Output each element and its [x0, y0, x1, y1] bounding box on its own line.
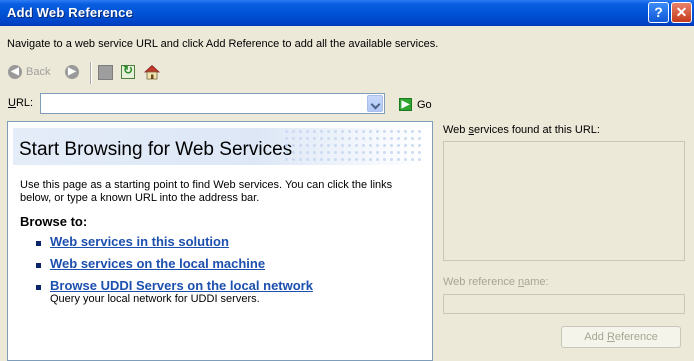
go-arrow-icon: ▶ [399, 98, 412, 111]
stop-icon [98, 64, 113, 80]
add-label-accelerator: R [606, 331, 615, 343]
home-button[interactable] [144, 62, 160, 82]
list-item: Web services in this solution [33, 234, 413, 256]
browse-description: Use this page as a starting point to fin… [20, 179, 393, 204]
refresh-icon [121, 63, 135, 79]
link-uddi-servers[interactable]: Browse UDDI Servers on the local network [50, 278, 313, 293]
link-solution-services[interactable]: Web services in this solution [50, 234, 229, 249]
forward-button[interactable]: ▶ [65, 62, 79, 82]
close-button[interactable]: ✕ [671, 2, 692, 23]
browse-title: Start Browsing for Web Services [19, 139, 293, 160]
refresh-button[interactable] [121, 62, 135, 82]
browse-links-list: Web services in this solution Web servic… [33, 234, 413, 305]
chevron-down-icon[interactable] [367, 95, 383, 112]
url-combobox[interactable] [40, 93, 385, 114]
name-label-pre: Web reference [443, 276, 519, 288]
forward-arrow-icon: ▶ [65, 65, 79, 79]
services-found-list[interactable] [443, 141, 685, 261]
add-label-post: eference [614, 331, 658, 343]
list-item: Browse UDDI Servers on the local network… [33, 278, 413, 305]
url-label: URL: [8, 97, 33, 109]
url-label-accelerator: U [8, 97, 16, 109]
window-title: Add Web Reference [7, 5, 133, 20]
reference-name-field[interactable] [443, 294, 685, 314]
stop-button[interactable] [98, 62, 113, 82]
go-label: Go [417, 98, 432, 111]
name-label-post: ame: [524, 276, 549, 288]
found-label-post: ervices found at this URL: [473, 124, 600, 136]
home-icon [144, 64, 160, 80]
back-arrow-icon: ◀ [8, 65, 22, 79]
found-label-pre: Web [443, 124, 469, 136]
browse-to-heading: Browse to: [20, 214, 88, 229]
browse-header: Start Browsing for Web Services [13, 128, 423, 165]
url-input[interactable] [43, 95, 367, 112]
title-bar[interactable]: Add Web Reference ? ✕ [0, 0, 694, 26]
browser-pane[interactable]: Start Browsing for Web Services Use this… [7, 121, 433, 361]
add-label-pre: Add [584, 331, 607, 343]
bullet-icon [36, 241, 41, 246]
toolbar-separator [90, 62, 92, 84]
back-button[interactable]: ◀ Back [8, 62, 50, 82]
reference-name-label: Web reference name: [443, 276, 549, 288]
services-found-label: Web services found at this URL: [443, 124, 600, 136]
back-label: Back [26, 66, 51, 78]
go-button[interactable]: ▶ Go [399, 98, 432, 111]
header-decoration [283, 128, 423, 165]
instructions-text: Navigate to a web service URL and click … [7, 38, 439, 50]
add-reference-button[interactable]: Add Reference [561, 326, 681, 348]
bullet-icon [36, 285, 41, 290]
list-item: Web services on the local machine [33, 256, 413, 278]
navigation-toolbar: ◀ Back ▶ [8, 62, 208, 84]
url-label-rest: RL: [15, 97, 34, 109]
bullet-icon [36, 263, 41, 268]
help-button[interactable]: ? [648, 2, 669, 23]
link-local-machine-services[interactable]: Web services on the local machine [50, 256, 265, 271]
uddi-description: Query your local network for UDDI server… [50, 293, 260, 305]
